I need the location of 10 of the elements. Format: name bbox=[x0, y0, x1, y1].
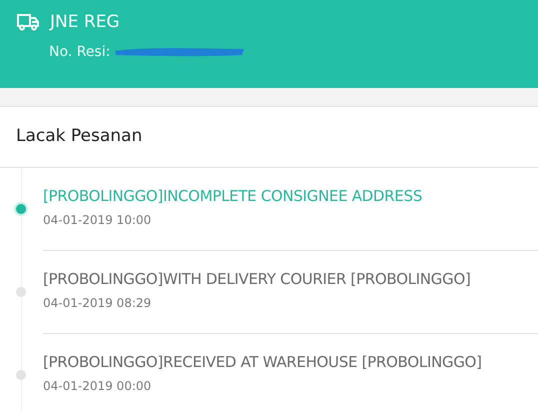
tracking-time: 04-01-2019 08:29 bbox=[43, 296, 152, 310]
courier-name: JNE REG bbox=[50, 12, 120, 32]
tracking-time: 04-01-2019 10:00 bbox=[43, 213, 152, 227]
section-title: Lacak Pesanan bbox=[0, 107, 538, 168]
tracking-time: 04-01-2019 00:00 bbox=[43, 379, 152, 393]
tracking-status: [PROBOLINGGO]RECEIVED AT WAREHOUSE [PROBOLINGGO] bbox=[43, 353, 483, 371]
truck-icon bbox=[16, 13, 40, 31]
tracking-status: [PROBOLINGGO]INCOMPLETE CONSIGNEE ADDRESS bbox=[43, 187, 424, 205]
tracking-status: [PROBOLINGGO]WITH DELIVERY COURIER [PROBOLINGGO] bbox=[43, 270, 472, 288]
resi-label: No. Resi: bbox=[49, 44, 110, 60]
